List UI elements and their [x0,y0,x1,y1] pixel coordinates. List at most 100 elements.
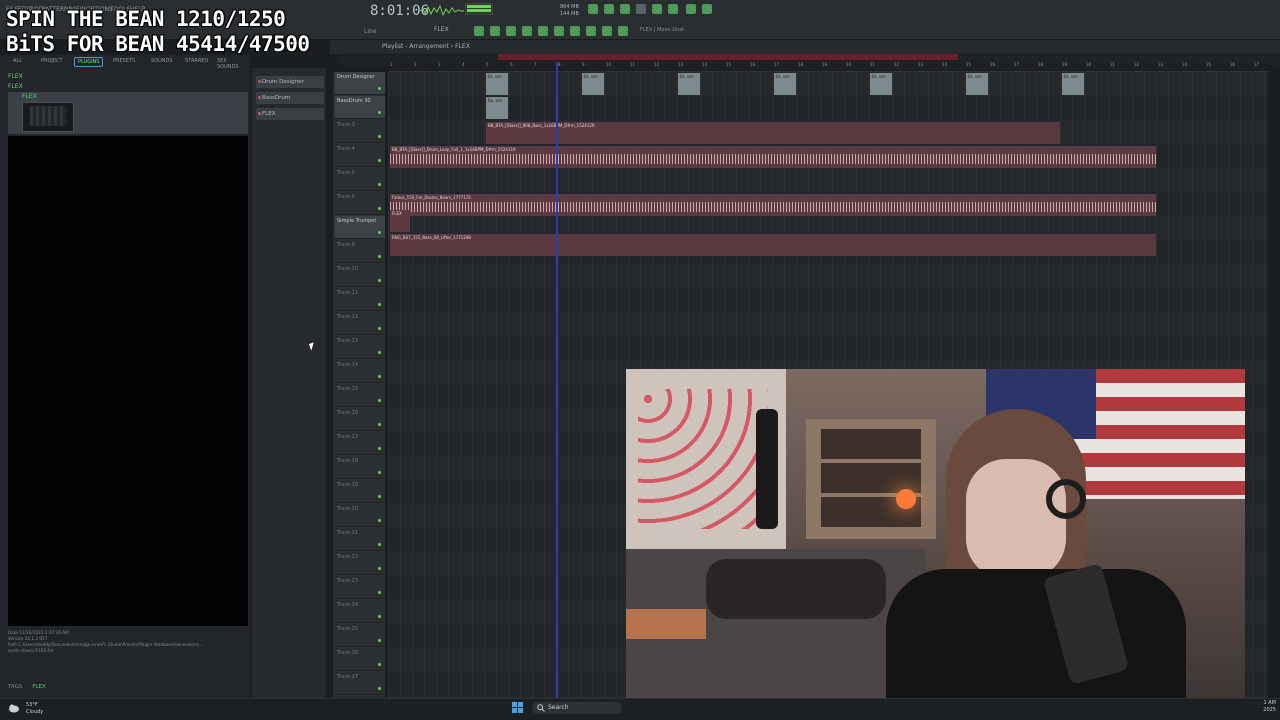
track-header[interactable]: Simple Trumpet [335,216,385,239]
system-clock[interactable]: 1 AM 2025 [1242,700,1276,714]
countdown-icon[interactable] [620,4,630,14]
download-icon[interactable] [702,4,712,14]
snap-mode[interactable]: Line [364,28,377,35]
playlist-clip[interactable]: BB_BTA_[[Bass]]_808_Bass_1x16BPM_D#m_152… [486,122,1060,144]
track-header[interactable]: Track 17 [335,432,385,455]
playlist-clip[interactable]: Dr..ner [870,73,892,95]
channel-flex[interactable]: FLEX [256,108,324,120]
track-header[interactable]: Track 24 [335,600,385,623]
track-header[interactable]: Track 26 [335,648,385,671]
track-enable-led[interactable] [378,423,381,426]
playlist-clip[interactable]: FLEX [390,210,410,232]
track-header[interactable]: Track 13 [335,336,385,359]
record-icon[interactable] [570,26,580,36]
track-header[interactable]: Track 21 [335,528,385,551]
track-header[interactable]: Track 16 [335,408,385,431]
browser-tab-sounds[interactable]: SOUNDS [148,57,176,65]
track-header[interactable]: Track 10 [335,264,385,287]
track-enable-led[interactable] [378,615,381,618]
metronome-icon[interactable] [588,4,598,14]
track-enable-led[interactable] [378,519,381,522]
track-header[interactable]: Track 5 [335,168,385,191]
channel-rack-icon[interactable] [668,4,678,14]
playlist-clip[interactable]: Ba..um [486,97,508,119]
track-enable-led[interactable] [378,159,381,162]
track-enable-led[interactable] [378,543,381,546]
track-header[interactable]: Track 4 [335,144,385,167]
track-enable-led[interactable] [378,255,381,258]
plugin-picker-icon[interactable] [554,26,564,36]
track-header[interactable]: Track 15 [335,384,385,407]
track-enable-led[interactable] [378,327,381,330]
playlist-clip[interactable]: Dr..ner [774,73,796,95]
touch-keyboard-icon[interactable] [586,26,596,36]
track-enable-led[interactable] [378,231,381,234]
track-header[interactable]: Track 3 [335,120,385,143]
browser-tab-all[interactable]: ALL [10,57,25,65]
playlist-clip[interactable]: Dr..ner [678,73,700,95]
track-enable-led[interactable] [378,375,381,378]
track-header[interactable]: Track 19 [335,480,385,503]
timeline-ruler[interactable]: 1 2 3 4 5 6 7 8 9 10 11 12 13 14 15 16 17 18 19 20 21 22 23 24 2… [388,62,1268,72]
track-header[interactable]: Track 14 [335,360,385,383]
track-enable-led[interactable] [378,279,381,282]
track-enable-led[interactable] [378,183,381,186]
tree-item-selected[interactable]: FLEX [8,92,248,102]
track-header[interactable]: Drum Designer [335,72,385,95]
playlist-clip[interactable]: Dr..ner [486,73,508,95]
playlist-clip[interactable]: BB_BTA_[[Bass]]_Drum_Loop_Full_1_1x16BPM… [390,146,1156,168]
track-header[interactable]: BassDrum 30 [335,96,385,119]
loop-region[interactable] [498,54,958,60]
track-enable-led[interactable] [378,135,381,138]
tree-item[interactable]: FLEX [8,72,248,82]
track-enable-led[interactable] [378,567,381,570]
playlist-clip[interactable]: Dr..ner [582,73,604,95]
playhead[interactable] [556,62,558,702]
project-picker-icon[interactable] [602,26,612,36]
track-header[interactable]: Track 6 [335,192,385,215]
windows-start-icon[interactable] [512,702,523,713]
track-header[interactable]: Track 12 [335,312,385,335]
track-enable-led[interactable] [378,447,381,450]
browser-tab-project[interactable]: PROJECT [38,57,66,65]
browser-tab-plugins[interactable]: PLUGINS [74,57,104,67]
mixer-icon[interactable] [652,4,662,14]
track-header[interactable]: Track 8 [335,240,385,263]
taskbar-search[interactable]: Search [532,702,622,714]
playlist-clip[interactable]: Dr..ner [966,73,988,95]
track-enable-led[interactable] [378,111,381,114]
tree-item[interactable]: FLEX [8,82,248,92]
track-enable-led[interactable] [378,351,381,354]
piano-roll-icon[interactable] [506,26,516,36]
browser-tab-starred[interactable]: STARRED [182,57,211,65]
browser-tab-sex-sounds[interactable]: SEX SOUNDS [214,57,250,71]
track-enable-led[interactable] [378,639,381,642]
track-header[interactable]: Track 23 [335,576,385,599]
track-header[interactable]: Track 25 [335,624,385,647]
tempo-tapper-icon[interactable] [618,26,628,36]
browser-tab-presets[interactable]: PRESETS [110,57,138,65]
track-enable-led[interactable] [378,687,381,690]
blend-icon[interactable] [636,4,646,14]
pattern-selector[interactable]: FLEX [434,26,449,33]
tag-value[interactable]: FLEX [32,684,45,690]
track-header[interactable]: Track 22 [335,552,385,575]
browser-icon[interactable] [522,26,532,36]
track-enable-led[interactable] [378,303,381,306]
track-header[interactable]: Track 27 [335,672,385,695]
channel-drum-designer[interactable]: Drum Designer [256,76,324,88]
playlist-clip[interactable]: RNG_B07_155_Bass_08_Lifter_1771248 [390,234,1156,256]
track-enable-led[interactable] [378,399,381,402]
track-enable-led[interactable] [378,471,381,474]
track-enable-led[interactable] [378,663,381,666]
playlist-icon[interactable] [490,26,500,36]
channel-bassdrum[interactable]: BassDrum [256,92,324,104]
pattern-add-icon[interactable] [474,26,484,36]
track-header[interactable]: Track 20 [335,504,385,527]
wait-icon[interactable] [604,4,614,14]
track-enable-led[interactable] [378,207,381,210]
info-icon[interactable] [686,4,696,14]
weather-widget[interactable]: 53°F Cloudy [26,702,43,716]
track-enable-led[interactable] [378,591,381,594]
track-header[interactable]: Track 11 [335,288,385,311]
